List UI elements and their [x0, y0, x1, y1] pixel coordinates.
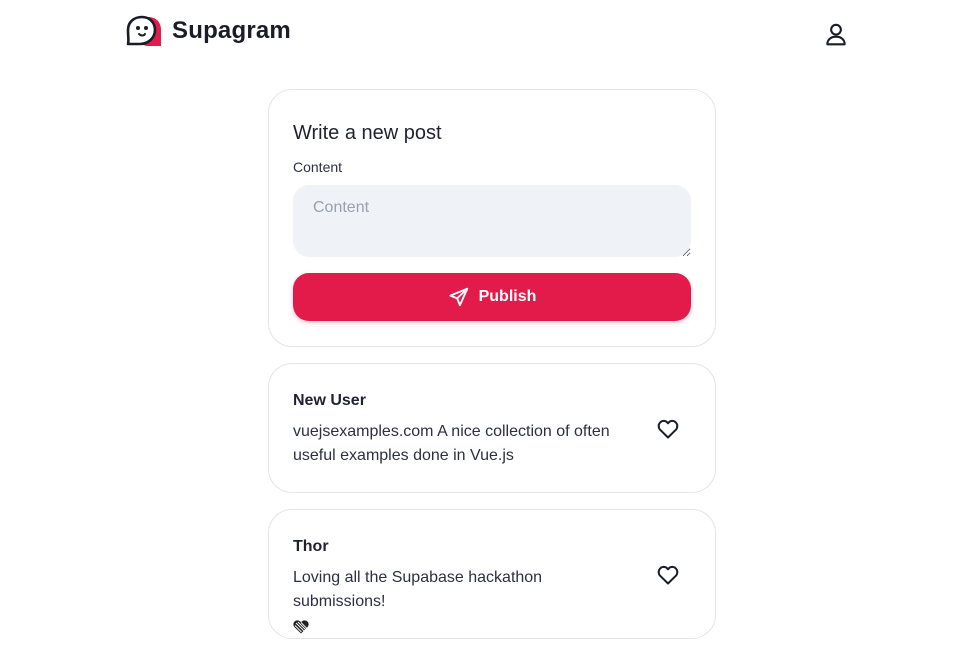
- post-body: vuejsexamples.com A nice collection of o…: [293, 420, 638, 468]
- publish-label: Publish: [478, 288, 537, 305]
- post-card: Thor Loving all the Supabase hackathon s…: [268, 509, 716, 639]
- heart-outline-icon: [657, 419, 679, 439]
- post-author: Thor: [293, 538, 329, 555]
- heart-outline-icon: [657, 565, 679, 585]
- brand-name: Supagram: [172, 17, 291, 44]
- post-text: Loving all the Supabase hackathon submis…: [293, 569, 543, 610]
- brand-link[interactable]: Supagram: [126, 13, 291, 49]
- composer-title: Write a new post: [293, 122, 442, 144]
- top-bar: Supagram: [0, 0, 966, 70]
- new-post-card: Write a new post Content Publish: [268, 89, 716, 347]
- post-card: New User vuejsexamples.com A nice collec…: [268, 363, 716, 493]
- like-button[interactable]: [655, 562, 681, 588]
- publish-button[interactable]: Publish: [293, 273, 691, 321]
- post-body: Loving all the Supabase hackathon submis…: [293, 566, 638, 638]
- content-label: Content: [293, 159, 343, 175]
- content-textarea[interactable]: [293, 185, 691, 257]
- post-text: vuejsexamples.com A nice collection of o…: [293, 423, 610, 464]
- user-icon: [826, 23, 846, 46]
- ghost-logo-icon: [126, 15, 161, 46]
- profile-button[interactable]: [822, 20, 850, 48]
- post-author: New User: [293, 392, 366, 409]
- send-icon: [448, 287, 468, 307]
- like-button[interactable]: [655, 416, 681, 442]
- black-heart-icon: [293, 620, 309, 634]
